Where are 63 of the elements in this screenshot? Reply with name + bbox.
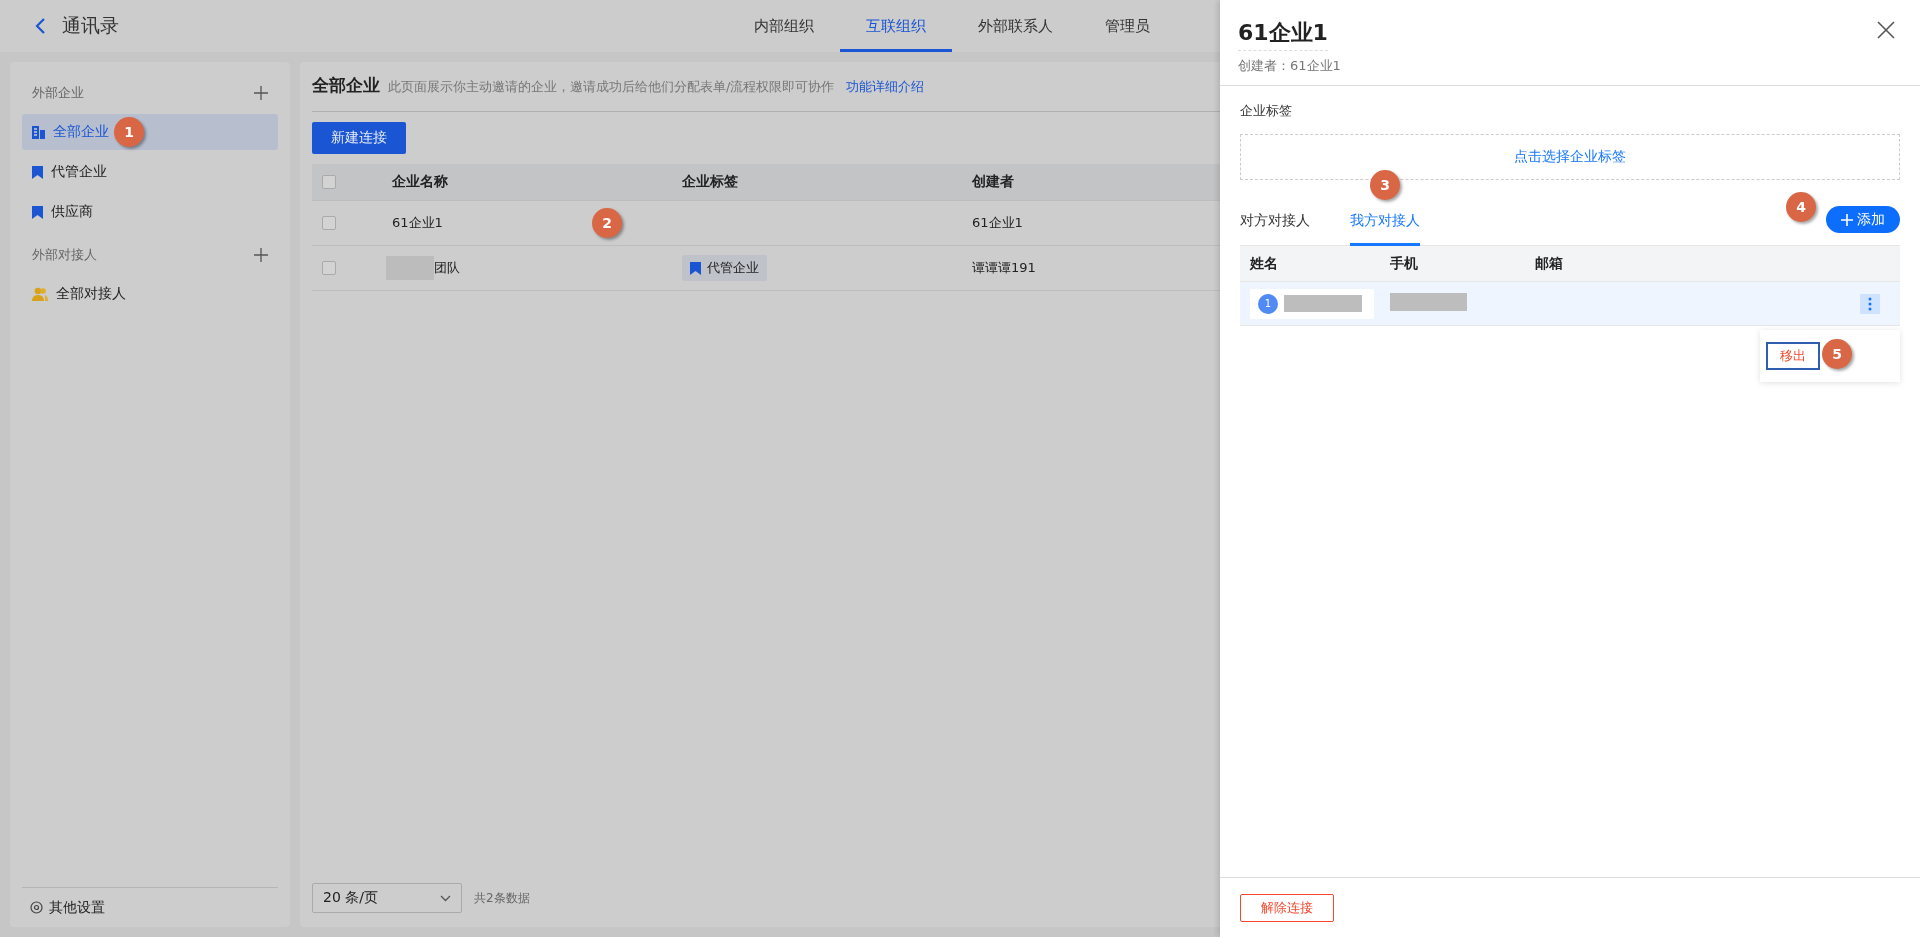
nav-tab[interactable]: 外部联系人: [952, 0, 1079, 52]
help-link[interactable]: 功能详细介绍: [846, 78, 925, 96]
item-label: 供应商: [51, 203, 93, 221]
checkbox[interactable]: [322, 216, 336, 230]
settings-icon: [30, 901, 43, 914]
nav-tab[interactable]: 内部组织: [728, 0, 840, 52]
step-marker: 3: [1370, 169, 1400, 200]
tag-chip: 代管企业: [682, 255, 767, 281]
step-marker: 5: [1822, 339, 1852, 369]
column-header: 邮箱: [1535, 254, 1564, 273]
column-header: 企业标签: [682, 173, 738, 191]
disconnect-button[interactable]: 解除连接: [1240, 893, 1334, 922]
checkbox[interactable]: [322, 261, 336, 275]
column-header: 企业名称: [392, 173, 448, 191]
nav-tab[interactable]: 管理员: [1079, 0, 1176, 52]
close-icon[interactable]: [1876, 20, 1896, 40]
back-icon[interactable]: [34, 17, 48, 35]
page-size-select[interactable]: 20 条/页: [312, 883, 462, 913]
checkbox[interactable]: [322, 175, 336, 189]
table-cell: 谭谭谭191: [972, 259, 1036, 277]
sidebar-item[interactable]: 代管企业: [22, 154, 278, 190]
new-connection-button[interactable]: 新建连接: [312, 122, 406, 154]
bookmark-icon: [32, 165, 43, 179]
bookmark-icon: [690, 261, 701, 275]
building-icon: [32, 125, 45, 139]
table-cell: 61企业1: [392, 214, 443, 232]
section-heading: 全部企业: [312, 74, 380, 97]
plus-icon[interactable]: [254, 248, 268, 262]
more-icon: [1868, 296, 1872, 311]
section-title: 外部对接人: [32, 246, 97, 264]
page-title: 通讯录: [62, 13, 119, 38]
sidebar-item[interactable]: 全部对接人: [22, 276, 278, 312]
sidebar-item[interactable]: 全部企业 1: [22, 114, 278, 150]
chevron-icon: [440, 894, 451, 902]
remove-menu-item[interactable]: 移出: [1766, 342, 1820, 370]
section-title: 外部企业: [32, 84, 84, 102]
item-label: 全部企业: [53, 123, 109, 141]
table-cell: 团队: [434, 259, 460, 277]
index-badge: 1: [1258, 293, 1278, 314]
contact-tab[interactable]: 对方对接人: [1240, 199, 1310, 246]
more-button[interactable]: [1860, 293, 1880, 314]
item-label: 代管企业: [51, 163, 107, 181]
column-header: 创建者: [972, 173, 1014, 191]
panel-title: 61企业1: [1238, 18, 1328, 51]
description-text: 此页面展示你主动邀请的企业，邀请成功后给他们分配表单/流程权限即可协作: [388, 78, 835, 96]
sidebar-item[interactable]: 供应商: [22, 194, 278, 230]
item-label: 全部对接人: [56, 285, 126, 303]
step-marker: 2: [592, 208, 622, 238]
bookmark-icon: [32, 205, 43, 219]
field-label: 企业标签: [1240, 102, 1293, 120]
step-marker: 1: [114, 117, 144, 147]
creator-text: 创建者：61企业1: [1238, 57, 1342, 75]
column-header: 手机: [1390, 254, 1419, 273]
column-header: 姓名: [1250, 254, 1279, 273]
plus-icon: [1841, 213, 1853, 226]
nav-tab[interactable]: 互联组织: [840, 0, 952, 52]
table-cell: 61企业1: [972, 214, 1023, 232]
settings-link[interactable]: 其他设置: [49, 898, 105, 917]
people-icon: [32, 287, 48, 301]
plus-icon[interactable]: [254, 86, 268, 100]
total-count: 共2条数据: [474, 889, 530, 907]
step-marker: 4: [1786, 192, 1816, 222]
add-button[interactable]: 添加: [1826, 206, 1900, 233]
